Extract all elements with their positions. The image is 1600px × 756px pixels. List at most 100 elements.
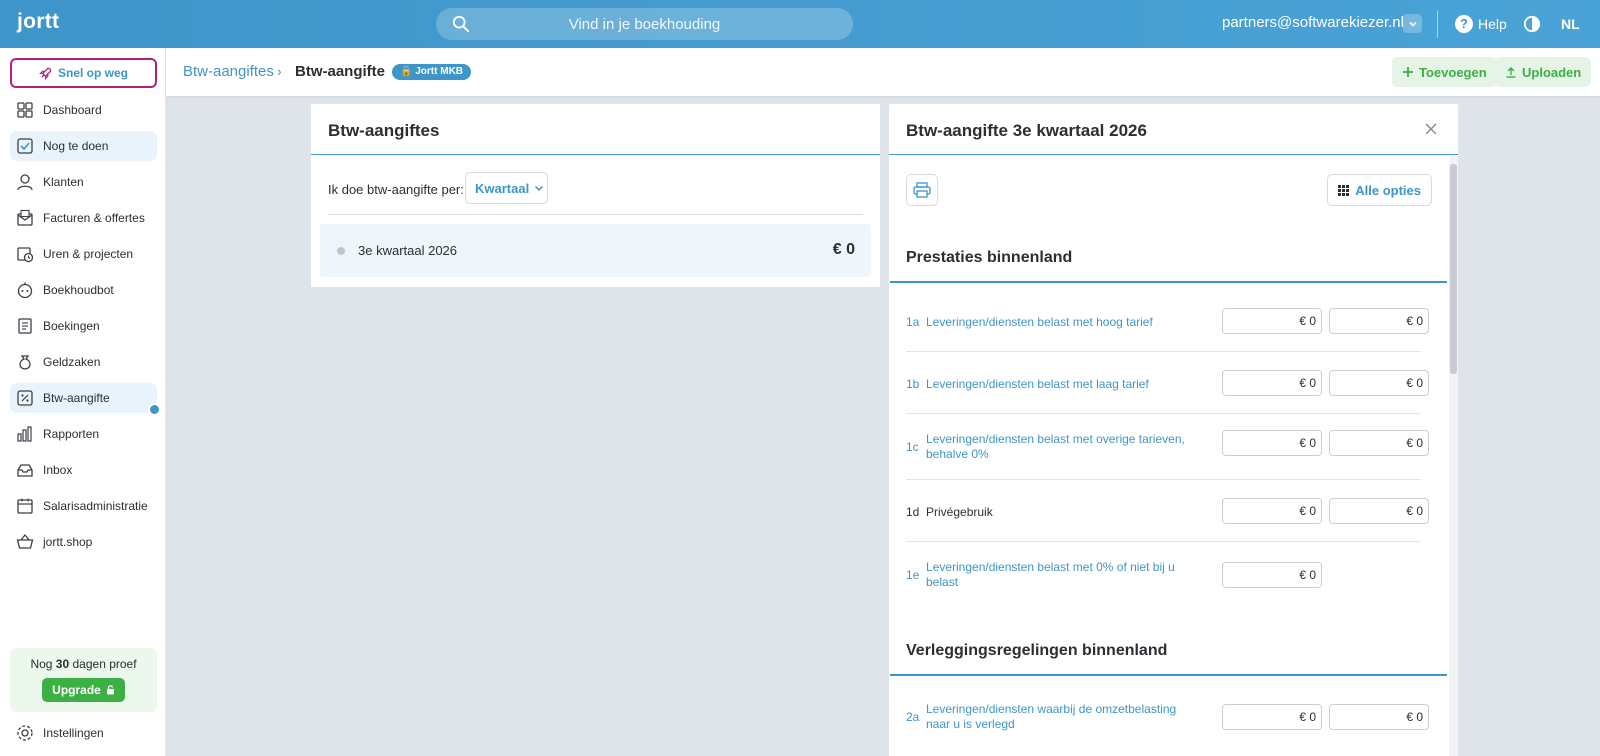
list-item[interactable]: 3e kwartaal 2026 € 0 xyxy=(320,224,871,277)
amount-field[interactable]: € 0 xyxy=(1222,430,1322,456)
row-label[interactable]: Leveringen/diensten waarbij de omzetbela… xyxy=(926,702,1201,732)
vat-field[interactable]: € 0 xyxy=(1329,308,1429,334)
breadcrumb-parent[interactable]: Btw-aangiftes xyxy=(183,63,274,80)
sidebar-item-label: Instellingen xyxy=(43,726,104,740)
section-divider xyxy=(890,674,1447,676)
divider xyxy=(1437,11,1438,38)
sidebar-item-dashboard[interactable]: Dashboard xyxy=(10,95,157,125)
help-link[interactable]: Help xyxy=(1478,16,1507,32)
divider xyxy=(328,214,863,215)
detail-title: Btw-aangifte 3e kwartaal 2026 xyxy=(906,121,1147,140)
sidebar-item-vat[interactable]: Btw-aangifte xyxy=(10,383,161,416)
amount-field[interactable]: € 0 xyxy=(1222,498,1322,524)
account-email[interactable]: partners@softwarekiezer.nl xyxy=(1222,14,1404,31)
amount-field[interactable]: € 0 xyxy=(1222,562,1322,588)
chevron-down-icon[interactable] xyxy=(1403,14,1422,33)
page-header: Btw-aangiftes › Btw-aangifte 🔒 Jortt MKB… xyxy=(166,48,1600,96)
sidebar-item-label: Btw-aangifte xyxy=(43,391,110,405)
sidebar-item-bot[interactable]: Boekhoudbot xyxy=(10,275,157,305)
sidebar-item-bookings[interactable]: Boekingen xyxy=(10,311,157,341)
sidebar-item-todo[interactable]: Nog te doen xyxy=(10,131,157,161)
sidebar-item-label: Inbox xyxy=(43,463,73,477)
row-label[interactable]: Leveringen/diensten belast met 0% of nie… xyxy=(926,560,1201,590)
divider xyxy=(906,413,1421,414)
scrollbar[interactable] xyxy=(1449,156,1458,756)
logo[interactable]: jortt xyxy=(17,10,59,34)
search-placeholder: Vind in je boekhouding xyxy=(568,16,721,33)
chevron-down-icon xyxy=(535,185,544,192)
row-label[interactable]: Leveringen/diensten belast met hoog tari… xyxy=(926,315,1201,330)
top-bar: jortt Vind in je boekhouding partners@so… xyxy=(0,0,1600,48)
quickstart-label: Snel op weg xyxy=(57,66,128,80)
vat-field[interactable]: € 0 xyxy=(1329,370,1429,396)
sidebar-item-money[interactable]: Geldzaken xyxy=(10,347,157,377)
theme-toggle-icon[interactable] xyxy=(1523,15,1541,33)
sidebar-item-inbox[interactable]: Inbox xyxy=(10,455,157,485)
sidebar-item-label: Rapporten xyxy=(43,427,100,441)
amount-field[interactable]: € 0 xyxy=(1222,370,1322,396)
printer-icon xyxy=(913,182,931,198)
vat-return-detail-panel: Btw-aangifte 3e kwartaal 2026 Alle optie… xyxy=(889,104,1458,756)
quickstart-button[interactable]: Snel op weg xyxy=(10,58,157,88)
basket-icon xyxy=(16,534,34,549)
add-button[interactable]: Toevoegen xyxy=(1392,57,1497,87)
print-button[interactable] xyxy=(906,174,938,206)
chevron-right-icon: › xyxy=(277,63,282,79)
upgrade-button[interactable]: Upgrade xyxy=(42,678,125,702)
sidebar-item-label: jortt.shop xyxy=(43,535,93,549)
checkbox-icon xyxy=(17,138,33,154)
vat-field[interactable]: € 0 xyxy=(1329,430,1429,456)
sidebar-item-payroll[interactable]: Salarisadministratie xyxy=(10,491,157,521)
vat-returns-panel: Btw-aangiftes Ik doe btw-aangifte per: K… xyxy=(311,104,880,287)
amount-field[interactable]: € 0 xyxy=(1222,308,1322,334)
sidebar-item-shop[interactable]: jortt.shop xyxy=(10,527,157,557)
search-input[interactable]: Vind in je boekhouding xyxy=(436,8,853,40)
section-title: Prestaties binnenland xyxy=(906,249,1073,266)
vat-field[interactable]: € 0 xyxy=(1329,704,1429,730)
plan-badge: 🔒 Jortt MKB xyxy=(392,64,472,80)
sidebar: Snel op weg Dashboard Nog te doen Klante… xyxy=(0,48,166,756)
divider xyxy=(906,351,1421,352)
row-label[interactable]: Leveringen/diensten belast met overige t… xyxy=(926,432,1201,462)
row-code: 2a xyxy=(906,710,920,724)
scrollbar-thumb[interactable] xyxy=(1450,164,1457,374)
sidebar-item-label: Uren & projecten xyxy=(43,247,134,261)
money-bag-icon xyxy=(19,355,31,370)
amount-field[interactable]: € 0 xyxy=(1222,704,1322,730)
sidebar-item-hours[interactable]: Uren & projecten xyxy=(10,239,157,269)
close-icon[interactable] xyxy=(1424,122,1438,136)
divider xyxy=(311,154,880,155)
trial-days: 30 xyxy=(55,657,70,671)
upload-button[interactable]: Uploaden xyxy=(1495,57,1592,87)
help-icon[interactable]: ? xyxy=(1455,15,1473,33)
all-options-button[interactable]: Alle opties xyxy=(1327,174,1432,206)
envelope-icon xyxy=(17,209,33,226)
trial-box: Nog 30 dagen proef Upgrade xyxy=(10,648,157,712)
sidebar-item-label: Klanten xyxy=(43,175,84,189)
sidebar-item-settings[interactable]: Instellingen xyxy=(10,718,157,748)
inbox-icon xyxy=(17,464,33,477)
sidebar-item-reports[interactable]: Rapporten xyxy=(10,419,157,449)
sidebar-item-label: Boekingen xyxy=(43,319,100,333)
period-label: Ik doe btw-aangifte per: xyxy=(328,182,464,197)
sidebar-item-invoices[interactable]: Facturen & offertes xyxy=(10,203,157,233)
grid-icon xyxy=(1338,184,1350,196)
gear-icon xyxy=(17,725,33,741)
sidebar-item-clients[interactable]: Klanten xyxy=(10,167,157,197)
rocket-icon xyxy=(39,67,52,80)
sidebar-item-label: Geldzaken xyxy=(43,355,101,369)
divider xyxy=(906,479,1421,480)
language-switch[interactable]: NL xyxy=(1561,16,1580,32)
divider xyxy=(906,541,1421,542)
ledger-icon xyxy=(18,318,32,334)
period-select[interactable]: Kwartaal xyxy=(465,172,548,204)
vat-field[interactable]: € 0 xyxy=(1329,498,1429,524)
trial-text: Nog 30 dagen proef xyxy=(30,657,137,671)
panel-title: Btw-aangiftes xyxy=(328,121,440,140)
sidebar-item-label: Dashboard xyxy=(43,103,102,117)
row-code: 1e xyxy=(906,568,920,582)
row-label[interactable]: Leveringen/diensten belast met laag tari… xyxy=(926,377,1201,392)
period-amount: € 0 xyxy=(832,241,855,258)
calendar-clock-icon xyxy=(17,247,34,263)
status-dot xyxy=(337,247,345,255)
